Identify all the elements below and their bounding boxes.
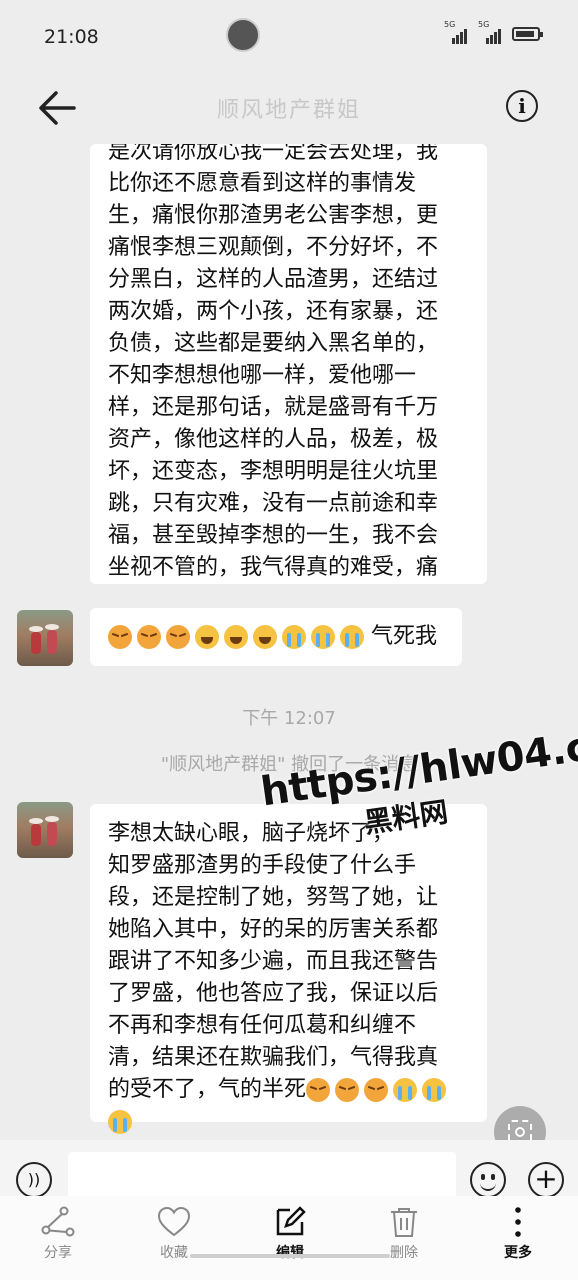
smiley-icon-eye <box>491 1174 495 1180</box>
cry-emoji-icon <box>108 1110 132 1134</box>
cry-emoji-icon <box>282 625 306 649</box>
avatar[interactable] <box>17 610 73 666</box>
cry-emoji-icon <box>311 625 335 649</box>
laugh-emoji-icon <box>224 625 248 649</box>
message-line: 痛恨李想三观颠倒，不分好坏，不 <box>108 235 439 260</box>
scan-icon-center <box>515 1127 525 1137</box>
status-indicators: 5G 5G <box>444 20 543 44</box>
more-icon <box>515 1207 521 1237</box>
signal-icon: 5G <box>478 20 504 44</box>
message-input[interactable] <box>68 1152 456 1198</box>
edit-label: 编辑 <box>276 1245 304 1261</box>
chat-title: 顺风地产群姐 <box>216 98 361 123</box>
message-line: 的受不了，气的半死 <box>108 1074 469 1106</box>
message-line: 不再和李想有任何瓜葛和纠缠不 <box>108 1013 417 1038</box>
message-line: 坐视不管的，我气得真的难受，痛 <box>108 555 439 580</box>
notification-app-icon <box>226 18 260 52</box>
message-line-text: 的受不了，气的半死 <box>108 1077 307 1102</box>
plus-icon: + <box>534 1162 558 1195</box>
message-line: 跳，只有灾难，没有一点前途和幸 <box>108 491 439 516</box>
delete-label: 删除 <box>390 1245 418 1261</box>
message-line: 分黑白，这样的人品渣男，还结过 <box>108 267 439 292</box>
share-label: 分享 <box>44 1245 72 1261</box>
chat-header: 顺风地产群姐 i <box>0 72 578 144</box>
share-icon <box>41 1206 75 1237</box>
angry-emoji-icon <box>108 625 132 649</box>
more-label: 更多 <box>504 1245 532 1261</box>
plus-button[interactable]: + <box>528 1162 564 1198</box>
laugh-emoji-icon <box>195 625 219 649</box>
heart-icon <box>157 1206 191 1237</box>
message-line: 跟讲了不知多少遍，而且我还警告 <box>108 949 439 974</box>
message-line: 生，痛恨你那渣男老公害李想，更 <box>108 203 439 228</box>
cry-emoji-icon <box>340 625 364 649</box>
message-line: 资产，像他这样的人品，极差，极 <box>108 427 439 452</box>
battery-icon <box>512 27 543 41</box>
signal-tag-1: 5G <box>444 20 456 29</box>
status-time: 21:08 <box>44 26 99 48</box>
home-indicator[interactable] <box>190 1254 390 1258</box>
share-button[interactable]: 分享 <box>18 1206 98 1262</box>
voice-button[interactable]: )) <box>16 1162 52 1198</box>
input-bar: )) + <box>0 1140 578 1198</box>
signal-icon: 5G <box>444 20 470 44</box>
angry-emoji-icon <box>166 625 190 649</box>
angry-emoji-icon <box>335 1078 360 1102</box>
trash-icon <box>391 1208 417 1237</box>
emoji-button[interactable] <box>470 1162 506 1198</box>
message-line: 两次婚，两个小孩，还有家暴，还 <box>108 299 439 324</box>
message-text: 是次请你放心我一定会去处理，我 比你还不愿意看到这样的事情发 生，痛恨你那渣男老… <box>108 144 469 584</box>
status-bar: 21:08 5G 5G <box>0 0 578 72</box>
smiley-icon-mouth <box>480 1181 496 1191</box>
more-button[interactable]: 更多 <box>478 1206 558 1262</box>
message-line <box>108 1106 469 1138</box>
message-timestamp: 下午 12:07 <box>242 708 336 729</box>
message-line: 负债，这些都是要纳入黑名单的， <box>108 331 439 356</box>
message-bubble[interactable]: 是次请你放心我一定会去处理，我 比你还不愿意看到这样的事情发 生，痛恨你那渣男老… <box>90 144 487 584</box>
message-bubble[interactable]: 气死我 <box>90 608 462 666</box>
edit-icon <box>276 1206 306 1236</box>
cry-emoji-icon <box>393 1078 418 1102</box>
message-line: 坏，还变态，李想明明是往火坑里 <box>108 459 439 484</box>
favorite-label: 收藏 <box>160 1245 188 1261</box>
laugh-emoji-icon <box>253 625 277 649</box>
info-icon: i <box>518 94 526 118</box>
message-line: 不知李想想他哪一样，爱他哪一 <box>108 363 417 388</box>
signal-tag-2: 5G <box>478 20 490 29</box>
cry-emoji-icon <box>422 1078 447 1102</box>
message-line: 她陷入其中，好的呆的厉害关系都 <box>108 917 439 942</box>
message-line: 比你还不愿意看到这样的事情发 <box>108 171 417 196</box>
message-line: 了罗盛，他也答应了我，保证以后 <box>108 981 439 1006</box>
message-line: 是次请你放心我一定会去处理，我 <box>108 144 439 164</box>
angry-emoji-icon <box>306 1078 331 1102</box>
angry-emoji-icon <box>364 1078 389 1102</box>
message-line: 福，甚至毁掉李想的一生，我不会 <box>108 523 439 548</box>
message-line: 清，结果还在欺骗我们，气得我真 <box>108 1045 439 1070</box>
avatar[interactable] <box>17 802 73 858</box>
action-bar: 分享 收藏 编辑 删除 更多 <box>0 1196 578 1280</box>
message-line: 样，还是那句话，就是盛哥有千万 <box>108 395 439 420</box>
message-text: 气死我 <box>371 624 438 649</box>
info-button[interactable]: i <box>506 90 538 122</box>
angry-emoji-icon <box>137 625 161 649</box>
voice-icon: )) <box>27 1170 41 1189</box>
chat-area[interactable]: 是次请你放心我一定会去处理，我 比你还不愿意看到这样的事情发 生，痛恨你那渣男老… <box>0 144 578 1140</box>
smiley-icon <box>481 1174 485 1180</box>
